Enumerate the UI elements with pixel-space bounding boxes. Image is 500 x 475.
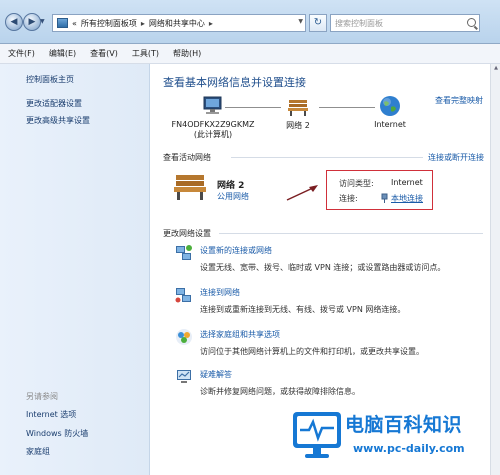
bench-icon bbox=[288, 100, 308, 116]
left-pane: 控制面板主页 更改适配器设置 更改高级共享设置 另请参阅 Internet 选项… bbox=[0, 64, 150, 475]
network-node[interactable]: 网络 2 bbox=[273, 94, 323, 131]
menu-tools[interactable]: 工具(T) bbox=[132, 48, 159, 59]
homegroup-icon bbox=[176, 329, 192, 345]
watermark-url: www.pc-daily.com bbox=[353, 442, 465, 455]
windows-firewall-link[interactable]: Windows 防火墙 bbox=[26, 428, 88, 439]
connect-disconnect-link[interactable]: 连接或断开连接 bbox=[428, 152, 484, 163]
task-new-connection-link[interactable]: 设置新的连接或网络 bbox=[200, 245, 272, 256]
see-also-heading: 另请参阅 bbox=[26, 392, 58, 401]
monitor-logo-icon bbox=[293, 412, 341, 458]
forward-arrow-icon: ▶ bbox=[28, 17, 36, 27]
control-panel-icon bbox=[57, 18, 68, 28]
local-connection-link[interactable]: 本地连接 bbox=[391, 193, 423, 204]
control-panel-home-link[interactable]: 控制面板主页 bbox=[26, 74, 74, 85]
refresh-button[interactable]: ↻ bbox=[309, 14, 327, 32]
change-settings-heading: 更改网络设置 bbox=[163, 229, 211, 238]
change-advanced-sharing-link[interactable]: 更改高级共享设置 bbox=[26, 115, 90, 126]
globe-icon bbox=[380, 96, 400, 116]
computer-sub-label: (此计算机) bbox=[193, 130, 233, 139]
ethernet-icon bbox=[381, 193, 388, 203]
menu-file[interactable]: 文件(F) bbox=[8, 48, 35, 59]
change-adapter-settings-link[interactable]: 更改适配器设置 bbox=[26, 98, 82, 109]
watermark-logo: 电脑百科知识 www.pc-daily.com bbox=[287, 402, 500, 475]
highlight-box bbox=[326, 170, 433, 210]
breadcrumb-all-control-panel-items[interactable]: 所有控制面板项 bbox=[81, 18, 137, 29]
task-troubleshoot-desc: 诊断并修复网络问题，或获得故障排除信息。 bbox=[200, 387, 360, 396]
homegroup-link[interactable]: 家庭组 bbox=[26, 446, 50, 457]
search-input[interactable]: 搜索控制面板 bbox=[330, 14, 480, 32]
troubleshoot-icon bbox=[177, 370, 191, 383]
refresh-icon: ↻ bbox=[313, 17, 323, 28]
search-placeholder: 搜索控制面板 bbox=[335, 19, 383, 28]
task-homegroup-desc: 访问位于其他网络计算机上的文件和打印机，或更改共享设置。 bbox=[200, 347, 424, 356]
forward-button[interactable]: ▶ bbox=[23, 13, 41, 31]
section-divider bbox=[231, 157, 423, 158]
active-network-name: 网络 2 bbox=[217, 181, 245, 191]
network-type-link[interactable]: 公用网络 bbox=[217, 191, 249, 202]
menu-bar: 文件(F) 编辑(E) 查看(V) 工具(T) 帮助(H) bbox=[0, 44, 500, 64]
breadcrumb-chevron[interactable]: « bbox=[72, 19, 77, 28]
computer-icon bbox=[203, 96, 222, 114]
task-connect-network-link[interactable]: 连接到网络 bbox=[200, 287, 240, 298]
breadcrumb-separator-icon[interactable]: ▸ bbox=[141, 19, 145, 28]
connection-label: 连接: bbox=[339, 194, 358, 203]
breadcrumb-network-sharing-center[interactable]: 网络和共享中心 bbox=[149, 18, 205, 29]
search-icon[interactable] bbox=[467, 18, 476, 27]
connect-network-icon bbox=[175, 288, 191, 303]
task-troubleshoot-link[interactable]: 疑难解答 bbox=[200, 369, 232, 380]
menu-edit[interactable]: 编辑(E) bbox=[49, 48, 76, 59]
address-dropdown-icon[interactable]: ▼ bbox=[298, 18, 303, 25]
recent-pages-dropdown-icon[interactable]: ▼ bbox=[40, 18, 45, 25]
menu-view[interactable]: 查看(V) bbox=[90, 48, 118, 59]
computer-node[interactable]: FN4ODFKX2Z9GKMZ (此计算机) bbox=[157, 94, 269, 140]
task-new-connection-desc: 设置无线、宽带、拨号、临时或 VPN 连接；或设置路由器或访问点。 bbox=[200, 263, 446, 272]
watermark-title: 电脑百科知识 bbox=[345, 414, 463, 436]
menu-help[interactable]: 帮助(H) bbox=[173, 48, 201, 59]
active-networks-heading: 查看活动网络 bbox=[163, 153, 211, 162]
breadcrumb-separator-icon[interactable]: ▸ bbox=[209, 19, 213, 28]
computer-name: FN4ODFKX2Z9GKMZ bbox=[171, 120, 255, 129]
bench-icon bbox=[174, 175, 206, 200]
network-node-label: 网络 2 bbox=[286, 121, 310, 130]
page-title: 查看基本网络信息并设置连接 bbox=[163, 76, 306, 89]
annotation-arrow-icon bbox=[286, 185, 318, 201]
scroll-up-icon[interactable]: ▲ bbox=[492, 65, 500, 73]
internet-node[interactable]: Internet bbox=[365, 94, 415, 129]
access-type-label: 访问类型: bbox=[339, 179, 374, 188]
internet-options-link[interactable]: Internet 选项 bbox=[26, 409, 76, 420]
new-connection-icon bbox=[176, 245, 192, 260]
back-arrow-icon: ◀ bbox=[10, 17, 18, 27]
back-button[interactable]: ◀ bbox=[5, 13, 23, 31]
task-connect-network-desc: 连接到或重新连接到无线、有线、拨号或 VPN 网络连接。 bbox=[200, 305, 406, 314]
see-full-map-link[interactable]: 查看完整映射 bbox=[435, 95, 483, 106]
access-type-value: Internet bbox=[391, 178, 423, 187]
title-bar: ◀ ▶ ▼ « 所有控制面板项 ▸ 网络和共享中心 ▸ ▼ ↻ 搜索控制面板 bbox=[0, 0, 500, 44]
address-bar[interactable]: « 所有控制面板项 ▸ 网络和共享中心 ▸ ▼ bbox=[52, 14, 306, 32]
section-divider bbox=[219, 233, 483, 234]
task-homegroup-link[interactable]: 选择家庭组和共享选项 bbox=[200, 329, 280, 340]
internet-node-label: Internet bbox=[374, 120, 406, 129]
